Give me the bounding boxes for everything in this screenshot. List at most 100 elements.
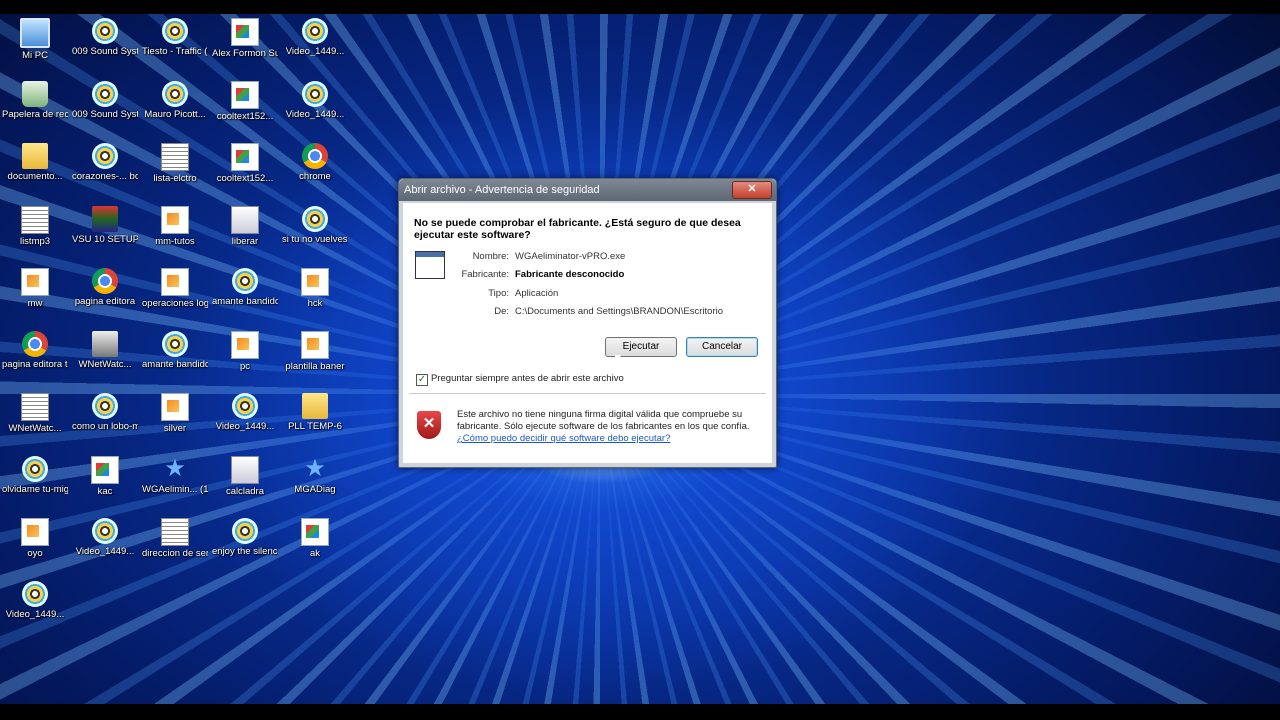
desktop-icon[interactable]: Video_1449...	[2, 580, 68, 620]
media-file-icon	[162, 330, 188, 357]
folder-icon	[22, 143, 48, 169]
type-label: Tipo:	[488, 288, 509, 299]
desktop-icon[interactable]: liberar	[212, 205, 278, 247]
desktop-icon[interactable]: kac	[72, 455, 138, 497]
desktop-icon[interactable]: olvidame tu-migu...	[2, 455, 68, 495]
desktop-icon[interactable]: como un lobo-migu...	[72, 393, 138, 432]
security-warning-dialog: Abrir archivo - Advertencia de seguridad…	[398, 178, 777, 468]
desktop-icon[interactable]: Video_1449...	[282, 80, 348, 120]
desktop-icon[interactable]: Video_1449...	[72, 518, 138, 557]
desktop-icon[interactable]: amante bandido-m...	[212, 268, 278, 307]
desktop-icon-label: calcladra	[225, 485, 265, 497]
text-file-icon	[21, 205, 49, 234]
desktop-icon[interactable]: Video_1449...	[282, 18, 348, 57]
media-file-icon	[92, 80, 118, 107]
desktop-icon-label: documento...	[7, 171, 63, 182]
run-button[interactable]: Ejecutar	[605, 337, 677, 357]
close-button[interactable]: ✕	[732, 181, 772, 199]
image-file-icon	[231, 80, 259, 109]
text-file-icon	[21, 393, 49, 421]
cancel-button[interactable]: Cancelar	[686, 337, 758, 357]
desktop-icon[interactable]: amante bandido-m...	[142, 330, 208, 370]
computer-icon	[20, 18, 50, 48]
desktop-icon-label: PLL TEMP-6	[288, 421, 342, 432]
desktop-icon[interactable]: ak	[282, 518, 348, 559]
desktop-icon[interactable]: enjoy the silence-dep...	[212, 518, 278, 557]
desktop-icon[interactable]: Alex Formon Suscribete	[212, 18, 278, 59]
help-link[interactable]: ¿Cómo puedo decidir qué software debo ej…	[457, 433, 670, 444]
document-icon	[21, 268, 49, 296]
application-file-icon	[415, 251, 445, 279]
desktop-icon[interactable]: documento...	[2, 143, 68, 182]
desktop-icon[interactable]: pagina editora	[72, 268, 138, 307]
dialog-body: No se puede comprobar el fabricante. ¿Es…	[403, 203, 772, 463]
desktop-icon-label: enjoy the silence-dep...	[212, 546, 278, 557]
desktop-icon[interactable]: mw	[2, 268, 68, 309]
desktop-icon[interactable]: chrome	[282, 143, 348, 182]
folder-icon	[302, 393, 328, 419]
desktop-icon[interactable]: WNetWatc...	[2, 393, 68, 434]
warning-text: Este archivo no tiene ninguna firma digi…	[457, 409, 750, 432]
desktop-icon[interactable]: VSU 10 SETUP 1	[72, 205, 138, 245]
dialog-titlebar[interactable]: Abrir archivo - Advertencia de seguridad…	[399, 179, 776, 201]
media-file-icon	[22, 455, 48, 482]
desktop-icon[interactable]: listmp3	[2, 205, 68, 247]
desktop-icon-label: WGAelimin... (1)	[142, 483, 208, 495]
always-ask-checkbox[interactable]: ✓	[416, 374, 428, 386]
chrome-icon	[302, 143, 328, 169]
desktop-icon[interactable]: WNetWatc...	[72, 330, 138, 370]
desktop-icon-label: cooltext152...	[216, 173, 274, 184]
desktop-icon[interactable]: calcladra	[212, 455, 278, 497]
document-icon	[301, 330, 329, 359]
desktop-icon[interactable]: pc	[212, 330, 278, 372]
desktop-icon[interactable]: Mauro Picott...	[142, 80, 208, 120]
media-file-icon	[232, 518, 258, 544]
desktop-icon[interactable]: 009 Sound System !...	[72, 18, 138, 57]
desktop-icon-label: liberar	[231, 235, 259, 247]
desktop-icon[interactable]: direccion de sergio	[142, 518, 208, 559]
desktop-icon[interactable]: ★ WGAelimin... (1)	[142, 455, 208, 495]
desktop-icon[interactable]: lista-elctro	[142, 143, 208, 184]
name-label: Nombre:	[472, 251, 509, 262]
desktop-icon[interactable]: oyo	[2, 518, 68, 559]
desktop-icon-label: Papelera de reciclaje	[2, 108, 68, 120]
desktop-icon[interactable]: ★ MGADiag	[282, 454, 348, 495]
desktop-icon[interactable]: Tiesto - Traffic (Original Mix)	[142, 18, 208, 57]
desktop-icon[interactable]: cooltext152...	[212, 80, 278, 122]
desktop-icon-label: listmp3	[19, 235, 51, 247]
desktop-icon[interactable]: PLL TEMP-6	[282, 393, 348, 432]
desktop-icon-label: mw	[27, 298, 43, 309]
desktop-icon[interactable]: hck	[282, 268, 348, 309]
desktop-icon-label: lista-elctro	[153, 173, 197, 184]
desktop-icon[interactable]: Mi PC	[2, 18, 68, 61]
name-value: WGAeliminator-vPRO.exe	[515, 251, 626, 262]
desktop-icon-label: hck	[307, 298, 323, 309]
desktop-icon[interactable]: pagina editora texto	[2, 330, 68, 370]
publisher-label: Fabricante:	[461, 269, 509, 280]
text-file-icon	[161, 518, 189, 546]
desktop-icon-label: Alex Formon Suscribete	[212, 48, 278, 59]
star-icon: ★	[304, 454, 326, 482]
desktop-icon[interactable]: Video_1449...	[212, 393, 278, 432]
desktop-icon[interactable]: plantilla baner	[282, 330, 348, 372]
desktop-icon-label: kac	[97, 485, 113, 497]
mouse-pointer-icon	[615, 355, 621, 369]
desktop-icon-label: amante bandido-m...	[212, 296, 278, 307]
desktop-icon-label: MGADiag	[294, 483, 336, 495]
desktop-icon-label: 009 Sound System H...	[72, 108, 138, 120]
desktop-icon[interactable]: Papelera de reciclaje	[2, 80, 68, 120]
always-ask-label[interactable]: Preguntar siempre antes de abrir este ar…	[431, 373, 624, 384]
text-file-icon	[161, 143, 189, 171]
desktop-icon-label: Video_1449...	[285, 46, 345, 57]
desktop-icon[interactable]: operaciones logicas	[142, 268, 208, 309]
desktop-icon[interactable]: si tu no vuelves-mi...	[282, 205, 348, 245]
desktop-icon[interactable]: mm-tutos	[142, 205, 208, 247]
desktop-icon-label: silver	[163, 423, 187, 434]
desktop-icon[interactable]: corazones-... bose	[72, 143, 138, 182]
desktop-icon-label: Tiesto - Traffic (Original Mix)	[142, 46, 208, 57]
desktop-icon[interactable]: 009 Sound System H...	[72, 80, 138, 120]
desktop-icon[interactable]: silver	[142, 393, 208, 434]
desktop-icon[interactable]: cooltext152...	[212, 143, 278, 184]
installer-icon	[92, 205, 118, 232]
chrome-icon	[22, 330, 48, 357]
